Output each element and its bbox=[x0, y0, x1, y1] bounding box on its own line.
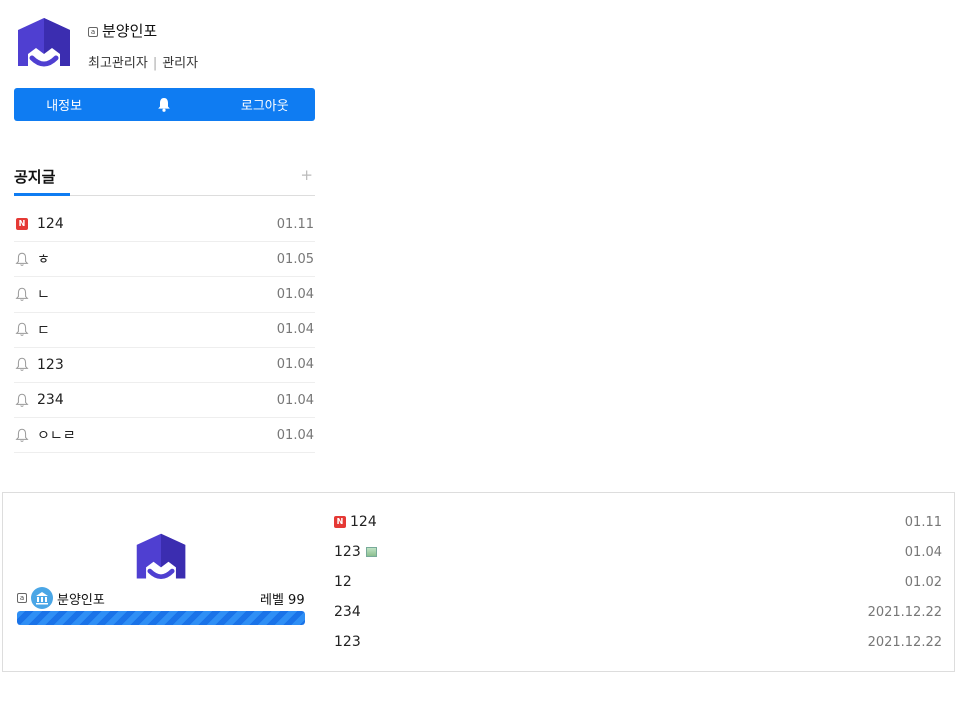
recent-post-text: 124 bbox=[350, 514, 377, 530]
recent-post-item[interactable]: N 124 01.11 bbox=[334, 507, 942, 537]
divider: | bbox=[152, 56, 158, 71]
notice-item-date: 01.11 bbox=[276, 216, 314, 232]
notice-item-title[interactable]: 124 bbox=[37, 216, 64, 232]
widget-logo bbox=[133, 530, 189, 586]
notice-item-date: 01.05 bbox=[276, 251, 314, 267]
recent-post-title[interactable]: 123 bbox=[334, 634, 361, 650]
notice-item-date: 01.04 bbox=[276, 357, 314, 373]
notice-panel: 공지글 + N 124 01.11 ㅎ 01.05 ㄴ 01.04 ㄷ 01.04 123 01.0… bbox=[14, 160, 315, 454]
recent-post-item[interactable]: 123 2021.12.22 bbox=[334, 627, 942, 657]
notification-button[interactable] bbox=[114, 88, 214, 121]
recent-post-item[interactable]: 123 01.04 bbox=[334, 537, 942, 567]
profile-name: a 분양인포 bbox=[88, 20, 157, 41]
role-text: 최고관리자 bbox=[88, 56, 148, 71]
bell-icon bbox=[14, 322, 30, 338]
recent-post-text: 123 bbox=[334, 544, 361, 560]
level-progress-bar bbox=[17, 611, 305, 625]
recent-post-date: 01.02 bbox=[904, 574, 942, 590]
notice-item[interactable]: ㄴ 01.04 bbox=[14, 277, 315, 313]
recent-post-title[interactable]: 12 bbox=[334, 574, 352, 590]
recent-post-text: 234 bbox=[334, 604, 361, 620]
more-button[interactable]: + bbox=[300, 166, 313, 184]
notice-item-title[interactable]: ㄴ bbox=[37, 284, 50, 304]
image-attachment-icon bbox=[365, 547, 377, 557]
notice-item[interactable]: N 124 01.11 bbox=[14, 207, 315, 243]
level-progress-fill bbox=[17, 611, 305, 625]
notice-item-date: 01.04 bbox=[276, 322, 314, 338]
widget-user[interactable]: a 분양인포 bbox=[17, 587, 105, 609]
site-logo[interactable] bbox=[14, 14, 74, 74]
notice-item-title[interactable]: 234 bbox=[37, 392, 64, 408]
member-icon: a bbox=[17, 593, 27, 603]
member-icon: a bbox=[88, 26, 98, 37]
recent-post-item[interactable]: 12 01.02 bbox=[334, 567, 942, 597]
notice-item-date: 01.04 bbox=[276, 286, 314, 302]
notice-item[interactable]: ㄷ 01.04 bbox=[14, 313, 315, 348]
notice-item[interactable]: ㅇㄴㄹ 01.04 bbox=[14, 418, 315, 454]
notice-title-underline bbox=[14, 193, 70, 196]
bell-icon bbox=[14, 251, 30, 267]
profile-role: 최고관리자 | 관리자 bbox=[88, 52, 198, 71]
notice-item[interactable]: 123 01.04 bbox=[14, 348, 315, 383]
recent-post-date: 2021.12.22 bbox=[867, 604, 942, 620]
recent-post-text: 12 bbox=[334, 574, 352, 590]
recent-post-title[interactable]: 234 bbox=[334, 604, 361, 620]
my-info-button[interactable]: 내정보 bbox=[14, 88, 114, 121]
notice-item-date: 01.04 bbox=[276, 392, 314, 408]
notice-header: 공지글 + bbox=[14, 160, 315, 196]
notice-item-title[interactable]: 123 bbox=[37, 357, 64, 373]
recent-post-text: 123 bbox=[334, 634, 361, 650]
recent-post-date: 2021.12.22 bbox=[867, 634, 942, 650]
notice-list: N 124 01.11 ㅎ 01.05 ㄴ 01.04 ㄷ 01.04 123 01.04 234 01… bbox=[14, 207, 315, 454]
notice-item-title[interactable]: ㅇㄴㄹ bbox=[37, 425, 76, 445]
recent-post-date: 01.04 bbox=[904, 544, 942, 560]
profile-button-bar: 내정보 로그아웃 bbox=[14, 88, 315, 121]
recent-post-title[interactable]: N 124 bbox=[334, 514, 377, 530]
new-icon: N bbox=[14, 216, 30, 232]
profile-name-text: 분양인포 bbox=[102, 22, 158, 40]
recent-post-title[interactable]: 123 bbox=[334, 544, 377, 560]
notice-title[interactable]: 공지글 bbox=[14, 166, 55, 187]
bell-icon bbox=[14, 286, 30, 302]
recent-post-item[interactable]: 234 2021.12.22 bbox=[334, 597, 942, 627]
new-badge-icon: N bbox=[16, 218, 28, 231]
level-label: 레벨 99 bbox=[260, 593, 305, 608]
bell-icon bbox=[14, 392, 30, 408]
notice-item[interactable]: ㅎ 01.05 bbox=[14, 242, 315, 278]
group-text: 관리자 bbox=[162, 56, 199, 71]
member-widget: a 분양인포 레벨 99 N 124 01.11 123 01.04 12 01.02 234… bbox=[2, 492, 955, 672]
new-badge-icon: N bbox=[334, 516, 346, 528]
bell-icon bbox=[14, 357, 30, 373]
bank-icon bbox=[31, 587, 53, 609]
notice-item-title[interactable]: ㄷ bbox=[37, 320, 50, 340]
recent-post-list: N 124 01.11 123 01.04 12 01.02 234 2021.12.22 123… bbox=[334, 507, 942, 657]
notice-item-date: 01.04 bbox=[276, 427, 314, 443]
widget-user-name: 분양인포 bbox=[57, 592, 105, 608]
notice-item[interactable]: 234 01.04 bbox=[14, 383, 315, 419]
notice-item-title[interactable]: ㅎ bbox=[37, 249, 50, 269]
bell-icon bbox=[158, 98, 171, 112]
logout-button[interactable]: 로그아웃 bbox=[215, 88, 315, 121]
bell-icon bbox=[14, 427, 30, 443]
recent-post-date: 01.11 bbox=[904, 514, 942, 530]
